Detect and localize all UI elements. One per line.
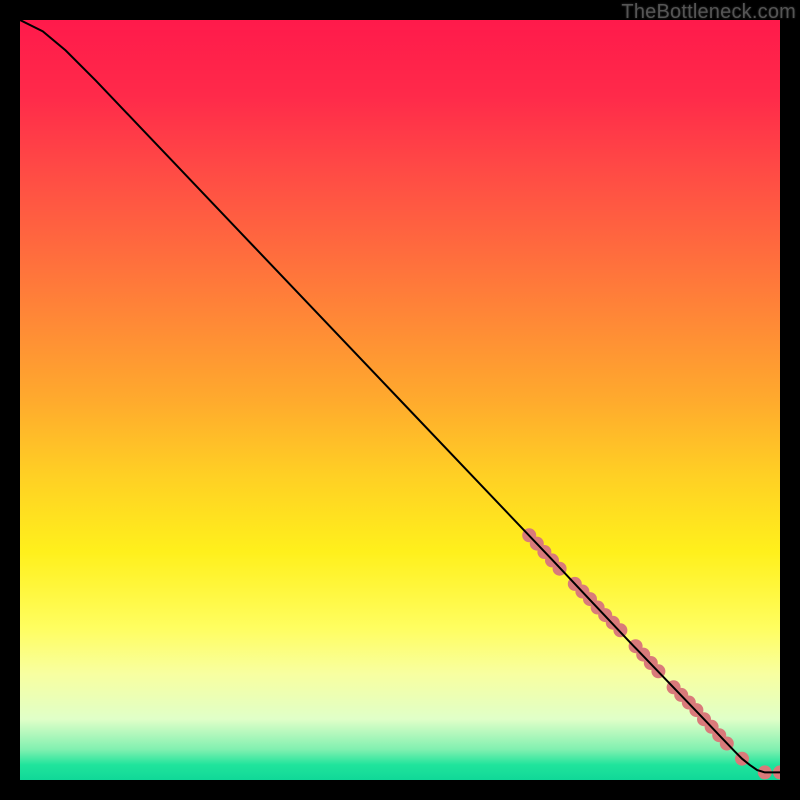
marker-layer	[522, 528, 780, 779]
chart-frame	[20, 20, 780, 780]
curve-line	[20, 20, 780, 772]
chart-overlay	[20, 20, 780, 780]
data-point	[613, 623, 627, 637]
watermark-text: TheBottleneck.com	[621, 1, 796, 24]
